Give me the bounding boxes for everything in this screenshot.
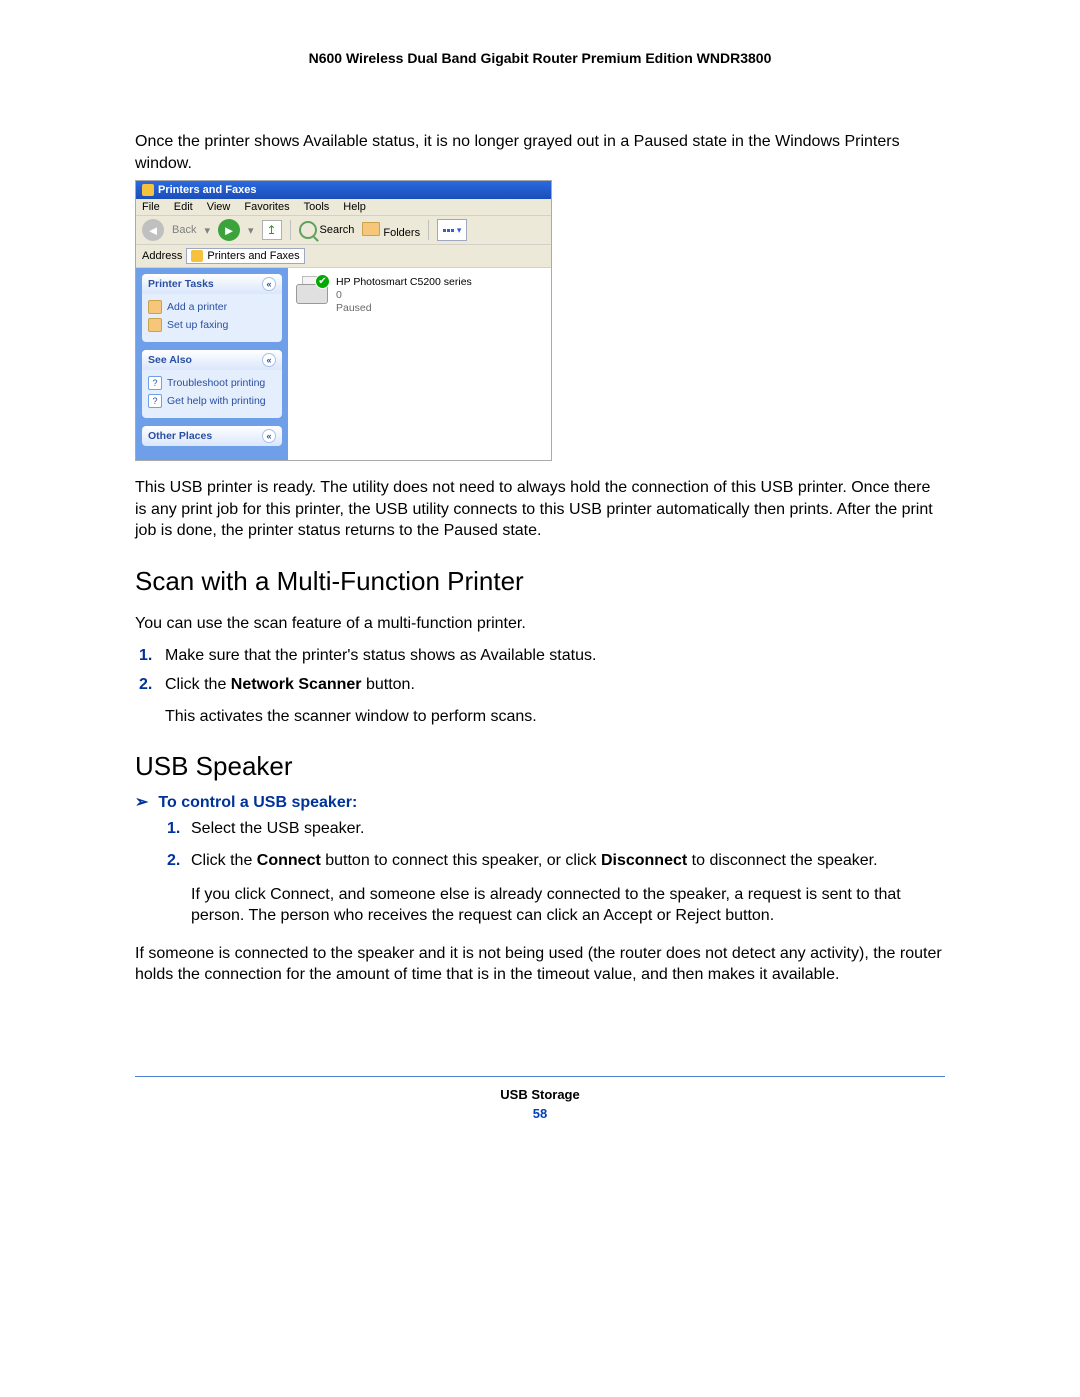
fax-icon <box>148 318 162 332</box>
folders-icon <box>362 222 380 236</box>
forward-dropdown-icon[interactable]: ▾ <box>248 224 254 237</box>
usb-heading: USB Speaker <box>135 751 945 782</box>
search-icon <box>299 221 317 239</box>
printer-info: HP Photosmart C5200 series 0 Paused <box>336 276 472 315</box>
search-label: Search <box>320 224 355 236</box>
scan-step-1: 1.Make sure that the printer's status sh… <box>137 645 945 667</box>
address-bar: Address Printers and Faxes <box>136 245 551 268</box>
printer-status: Paused <box>336 302 372 314</box>
usb-procedure-heading: ➢ To control a USB speaker: <box>135 792 945 812</box>
other-places-panel: Other Places « <box>142 426 282 446</box>
forward-button[interactable]: ► <box>218 219 240 241</box>
scan-step-2-sub: This activates the scanner window to per… <box>165 706 945 728</box>
usb-step-2-sub: If you click Connect, and someone else i… <box>191 884 945 927</box>
usb-closing: If someone is connected to the speaker a… <box>135 943 945 986</box>
menu-tools[interactable]: Tools <box>304 201 330 213</box>
collapse-icon: « <box>262 353 276 367</box>
menu-help[interactable]: Help <box>343 201 366 213</box>
usb-steps: 1.Select the USB speaker. 2.Click the Co… <box>135 818 945 926</box>
address-label: Address <box>142 250 182 262</box>
printer-jobs: 0 <box>336 289 342 301</box>
add-printer-icon <box>148 300 162 314</box>
up-button[interactable]: ↥ <box>262 220 282 240</box>
address-field[interactable]: Printers and Faxes <box>186 248 304 264</box>
chevron-right-icon: ➢ <box>135 792 148 812</box>
printer-icon: ✔ <box>296 276 328 304</box>
scan-step-2: 2.Click the Network Scanner button. This… <box>137 674 945 727</box>
add-printer-link[interactable]: Add a printer <box>148 298 276 316</box>
expand-icon: « <box>262 429 276 443</box>
printer-tasks-panel: Printer Tasks « Add a printer Set up fax… <box>142 274 282 342</box>
usb-step-1: 1.Select the USB speaker. <box>167 818 945 840</box>
window-title: Printers and Faxes <box>158 184 256 196</box>
other-places-title: Other Places <box>148 430 212 442</box>
back-button[interactable]: ◄ <box>142 219 164 241</box>
window-toolbar: ◄ Back ▾ ► ▾ ↥ Search Folders ▾ <box>136 216 551 245</box>
back-label: Back <box>172 224 196 236</box>
window-titlebar[interactable]: Printers and Faxes <box>136 181 551 199</box>
see-also-title: See Also <box>148 354 192 366</box>
printers-content: ✔ HP Photosmart C5200 series 0 Paused <box>288 268 551 460</box>
folders-button[interactable]: Folders <box>362 222 420 239</box>
help-icon: ? <box>148 376 162 390</box>
address-value: Printers and Faxes <box>207 250 299 262</box>
page-header: N600 Wireless Dual Band Gigabit Router P… <box>135 50 945 66</box>
intro-paragraph: Once the printer shows Available status,… <box>135 131 945 174</box>
menu-file[interactable]: File <box>142 201 160 213</box>
folders-label: Folders <box>383 227 420 239</box>
page-footer: USB Storage 58 <box>135 1076 945 1121</box>
menu-edit[interactable]: Edit <box>174 201 193 213</box>
chevron-down-icon: ▾ <box>457 225 462 236</box>
help-icon: ? <box>148 394 162 408</box>
after-screenshot-paragraph: This USB printer is ready. The utility d… <box>135 477 945 542</box>
footer-section: USB Storage <box>135 1087 945 1102</box>
printer-tasks-header[interactable]: Printer Tasks « <box>142 274 282 294</box>
get-help-link[interactable]: ?Get help with printing <box>148 392 276 410</box>
menu-view[interactable]: View <box>207 201 231 213</box>
printer-item[interactable]: ✔ HP Photosmart C5200 series 0 Paused <box>296 276 543 315</box>
menu-favorites[interactable]: Favorites <box>244 201 289 213</box>
views-button[interactable]: ▾ <box>437 219 467 241</box>
printer-tasks-title: Printer Tasks <box>148 278 214 290</box>
window-menubar: File Edit View Favorites Tools Help <box>136 199 551 216</box>
see-also-header[interactable]: See Also « <box>142 350 282 370</box>
collapse-icon: « <box>262 277 276 291</box>
footer-page: 58 <box>135 1106 945 1121</box>
printer-name: HP Photosmart C5200 series <box>336 276 472 288</box>
troubleshoot-link[interactable]: ?Troubleshoot printing <box>148 374 276 392</box>
scan-heading: Scan with a Multi-Function Printer <box>135 566 945 597</box>
scan-steps: 1.Make sure that the printer's status sh… <box>135 645 945 728</box>
usb-step-2: 2.Click the Connect button to connect th… <box>167 850 945 927</box>
address-icon <box>191 250 203 262</box>
printers-icon <box>142 184 154 196</box>
search-button[interactable]: Search <box>299 221 355 239</box>
printers-window: Printers and Faxes File Edit View Favori… <box>135 180 552 461</box>
other-places-header[interactable]: Other Places « <box>142 426 282 446</box>
scan-intro: You can use the scan feature of a multi-… <box>135 613 945 635</box>
setup-faxing-link[interactable]: Set up faxing <box>148 316 276 334</box>
tasks-sidebar: Printer Tasks « Add a printer Set up fax… <box>136 268 288 460</box>
see-also-panel: See Also « ?Troubleshoot printing ?Get h… <box>142 350 282 418</box>
back-dropdown-icon[interactable]: ▾ <box>204 224 210 237</box>
